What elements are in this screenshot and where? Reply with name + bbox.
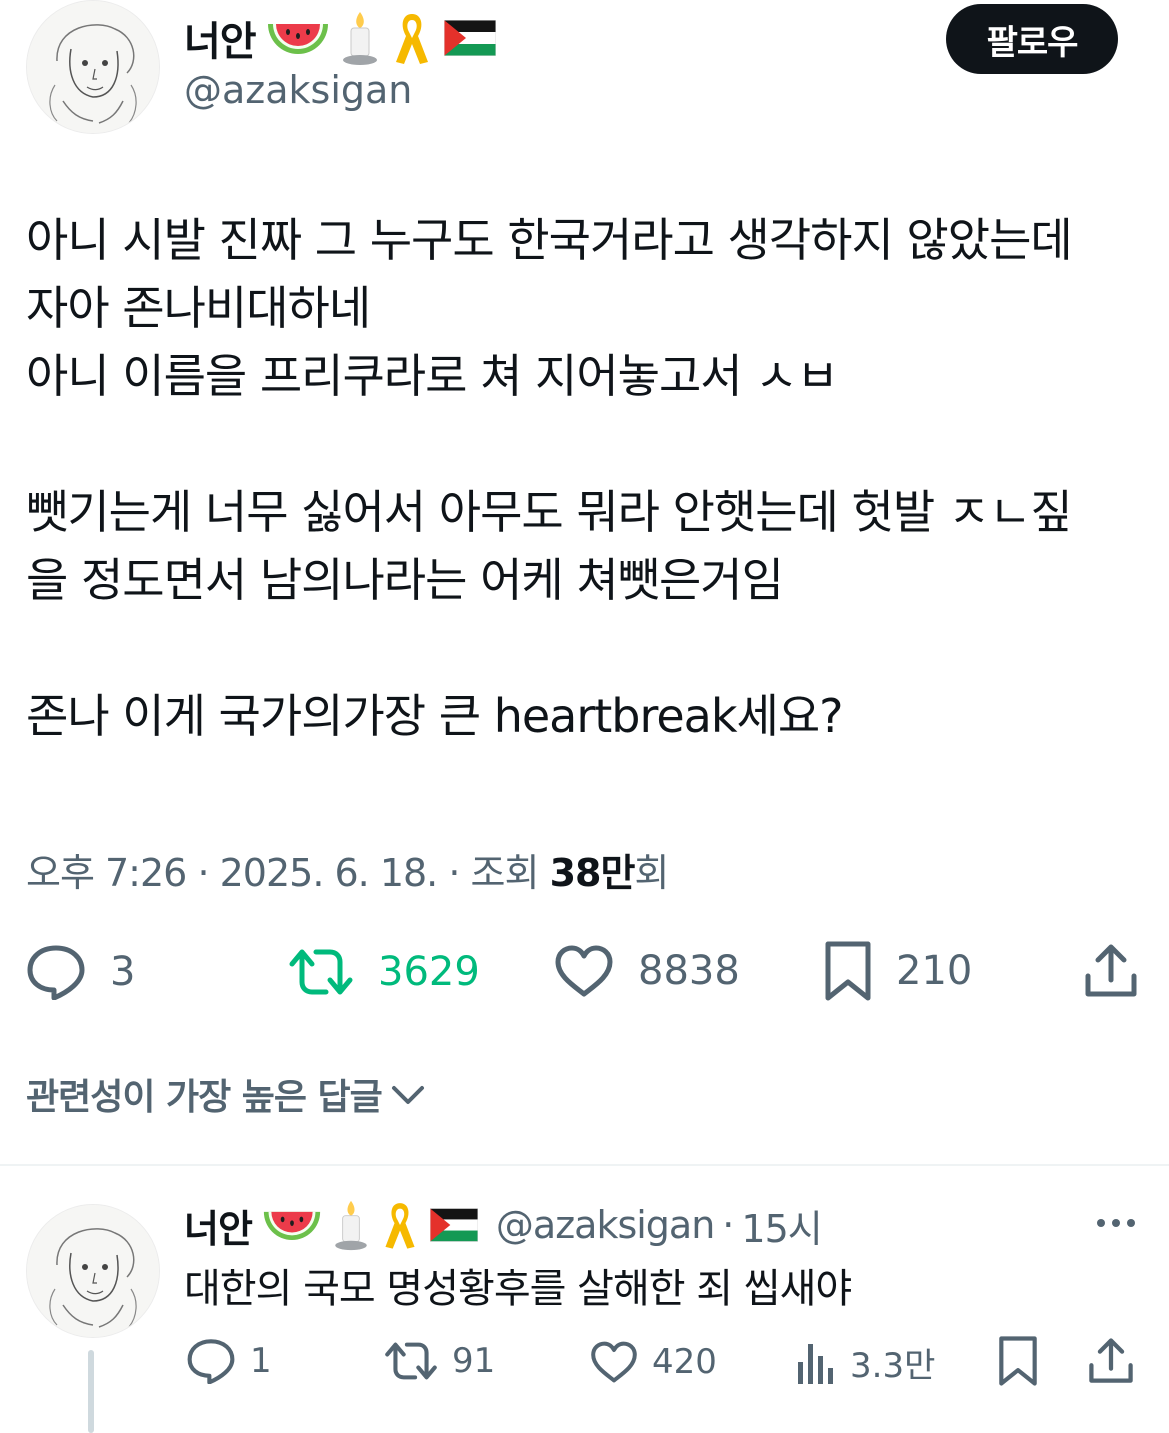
reply-author-name[interactable]: 너안 [184,1198,253,1253]
tweet-date[interactable]: 2025. 6. 18. [220,851,439,895]
share-action[interactable] [1084,942,1138,1000]
retweet-count: 3629 [378,949,480,995]
bookmark-icon [999,1336,1037,1386]
heart-icon [591,1341,637,1383]
views-suffix: 회 [634,851,669,895]
tweet-meta: 오후 7:26 · 2025. 6. 18. · 조회 38만회 [26,842,669,897]
author-avatar[interactable] [26,0,160,134]
thread-line [88,1350,94,1433]
author-display-name[interactable]: 너안 [184,9,257,67]
reply-header-row: 너안 @azaksigan · 15시 [184,1198,823,1253]
reply-reply-count: 1 [250,1341,272,1381]
yellow-ribbon-emoji-icon [395,14,428,64]
views-label: 조회 [470,851,540,895]
watermelon-emoji-icon [263,1211,321,1240]
meta-separator: · [448,851,460,895]
reply-text: 대한의 국모 명성황후를 살해한 죄 씹새야 [184,1266,852,1312]
share-icon [1085,944,1137,997]
reply-views-action[interactable]: 3.3만 [796,1338,935,1387]
reply-like-action[interactable]: 420 [590,1340,717,1384]
reply-author-handle[interactable]: @azaksigan [496,1203,715,1247]
more-dots-icon [1097,1219,1135,1227]
like-action[interactable]: 8838 [554,944,740,998]
more-options-button[interactable] [1094,1208,1138,1242]
reply-author-avatar[interactable] [26,1204,160,1338]
reply-bookmark-action[interactable] [998,1334,1038,1388]
reply-icon [187,1339,235,1384]
follow-button[interactable]: 팔로우 [946,4,1118,74]
meta-separator: · [197,851,209,895]
tweet-text: 아니 시발 진짜 그 누구도 한국거라고 생각하지 않았는데 자아 존나비대하네… [26,213,1073,743]
author-emoji-set [266,10,496,66]
reply-action[interactable]: 3 [26,944,135,1000]
views-value: 38만 [549,851,636,895]
reply-emoji-set [262,1199,478,1251]
reply-retweet-action[interactable]: 91 [384,1338,495,1384]
analytics-bars-icon [798,1343,833,1384]
candle-emoji-icon [335,1200,367,1251]
author-name-row[interactable]: 너안 [184,10,496,66]
reply-views-count: 3.3만 [850,1346,936,1386]
heart-icon [555,945,613,997]
reply-time[interactable]: 15시 [741,1198,822,1253]
reply-sort-dropdown[interactable]: 관련성이 가장 높은 답글 [26,1068,426,1120]
avatar-sketch-icon [27,1,159,133]
bookmark-icon [825,941,871,1001]
candle-emoji-icon [342,12,377,65]
reply-sort-label: 관련성이 가장 높은 답글 [26,1077,383,1118]
retweet-icon [289,949,353,995]
watermelon-emoji-icon [267,24,328,54]
section-divider [0,1164,1169,1166]
share-icon [1089,1338,1133,1383]
palestine-flag-emoji-icon [429,1208,478,1242]
yellow-ribbon-emoji-icon [385,1203,415,1249]
palestine-flag-emoji-icon [443,20,496,56]
reply-reply-action[interactable]: 1 [186,1338,272,1384]
reply-count: 3 [110,949,136,995]
tweet-time[interactable]: 오후 7:26 [26,851,187,895]
bookmark-action[interactable]: 210 [824,940,972,1002]
reply-separator: · [722,1203,734,1247]
retweet-action[interactable]: 3629 [288,944,480,1000]
like-count: 8838 [638,948,740,994]
avatar-sketch-icon [27,1205,159,1337]
reply-like-count: 420 [652,1342,717,1382]
reply-share-action[interactable] [1088,1336,1134,1386]
reply-icon [27,945,85,1000]
chevron-down-icon [391,1086,424,1104]
reply-retweet-count: 91 [452,1341,496,1381]
author-handle[interactable]: @azaksigan [184,68,412,112]
bookmark-count: 210 [896,948,973,994]
retweet-icon [385,1342,437,1380]
